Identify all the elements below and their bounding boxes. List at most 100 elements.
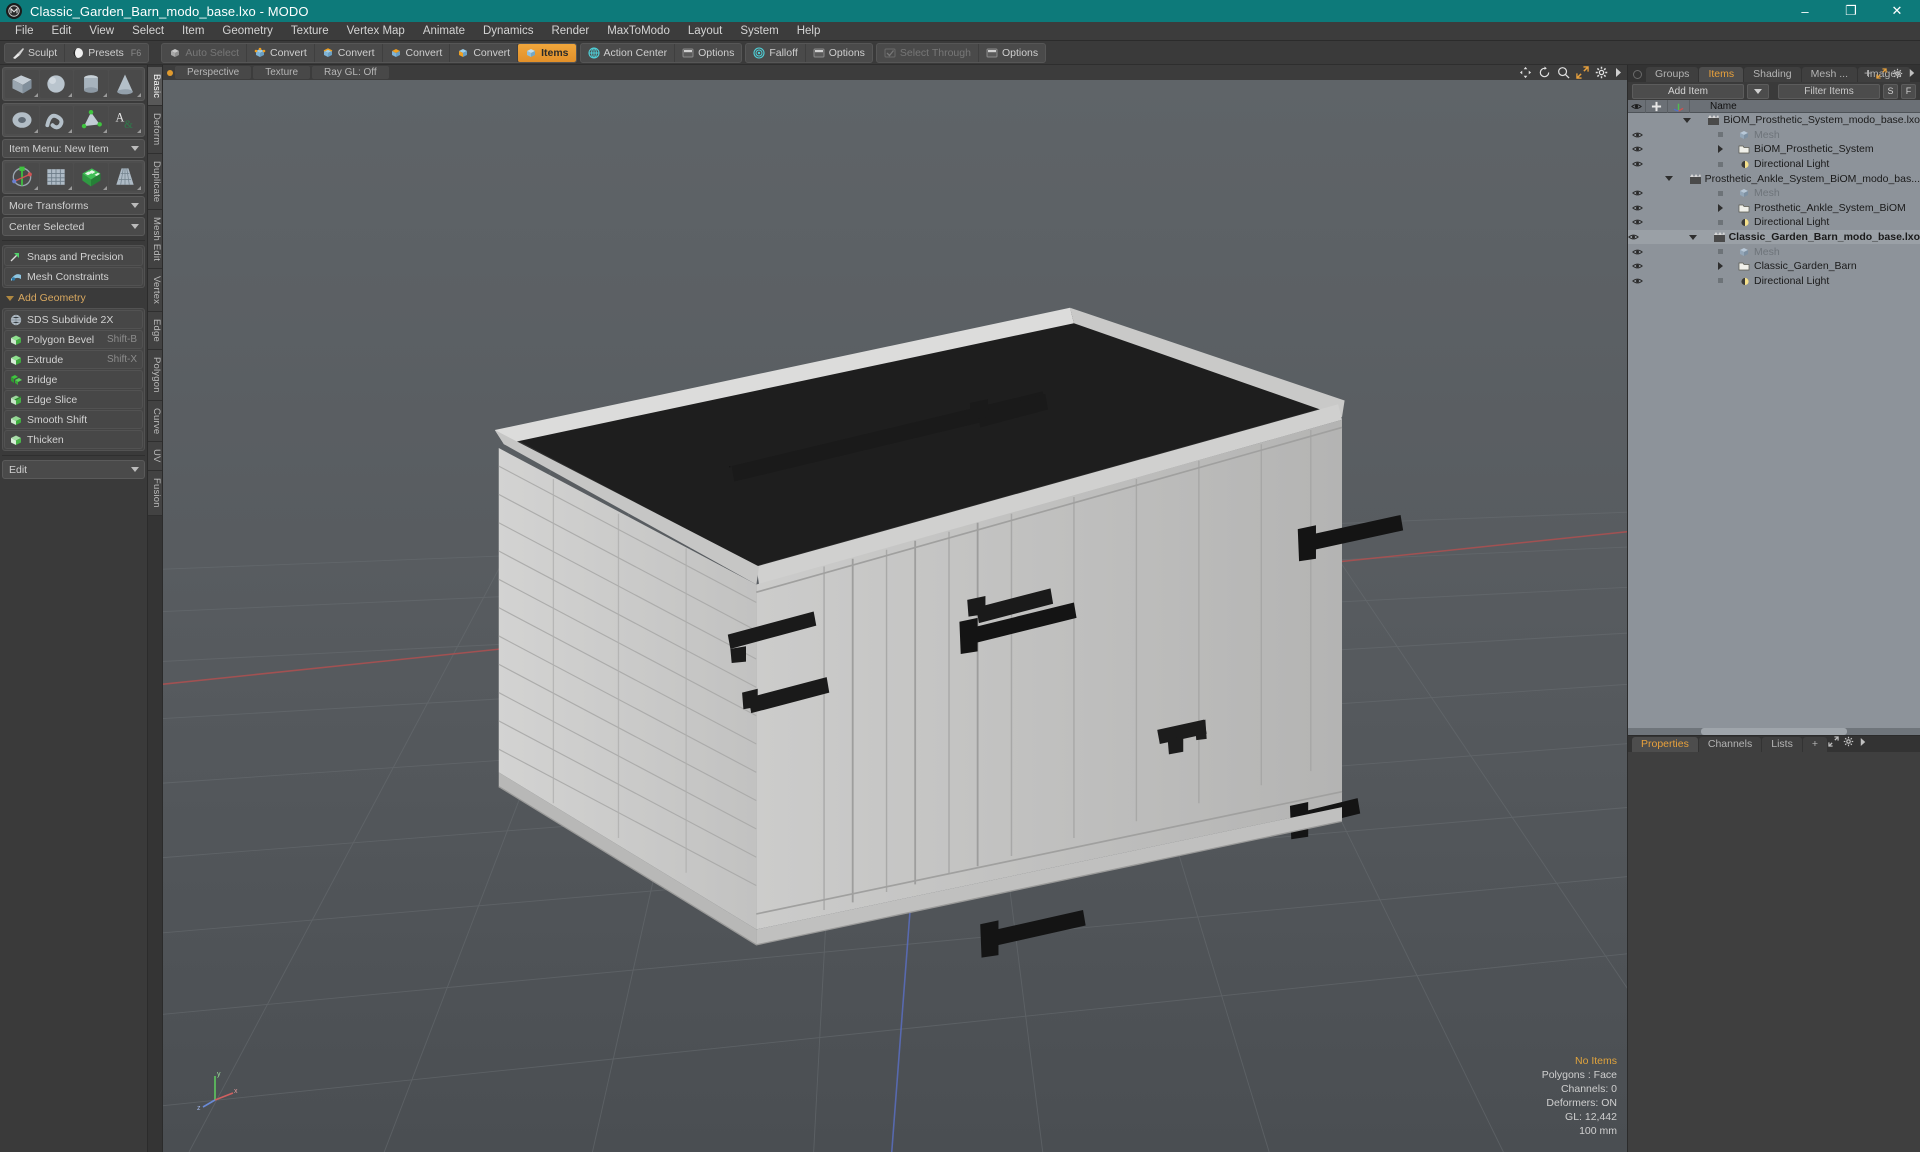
eye-icon[interactable] — [1631, 189, 1643, 197]
expand-icon[interactable] — [1828, 736, 1839, 747]
fit-icon[interactable] — [1576, 66, 1589, 79]
chevron-right-icon[interactable] — [1859, 737, 1867, 747]
toolbar-button-options-1[interactable]: Options — [675, 44, 741, 62]
item-expander[interactable] — [1718, 262, 1723, 271]
chevron-right-icon[interactable] — [1908, 68, 1916, 78]
item-expander[interactable] — [1718, 190, 1723, 196]
visibility-toggle[interactable] — [1628, 204, 1646, 212]
visibility-toggle[interactable] — [1628, 262, 1646, 270]
menu-item-geometry[interactable]: Geometry — [213, 22, 282, 41]
item-name-cell[interactable]: Directional Light — [1690, 216, 1829, 228]
item-expander[interactable] — [1688, 234, 1697, 240]
column-visibility[interactable] — [1628, 99, 1646, 113]
menu-item-view[interactable]: View — [80, 22, 123, 41]
item-row[interactable]: Prosthetic_Ankle_System_BiOM — [1628, 201, 1920, 216]
expander-expand-icon[interactable] — [1718, 145, 1723, 154]
item-expander[interactable] — [1718, 249, 1723, 255]
item-expander[interactable] — [1718, 132, 1723, 138]
item-row[interactable]: Mesh — [1628, 128, 1920, 143]
eye-icon[interactable] — [1631, 160, 1643, 168]
taper-tool[interactable] — [108, 163, 142, 191]
vertical-tab-uv[interactable]: UV — [148, 442, 162, 471]
right-tab-items[interactable]: Items — [1699, 67, 1744, 82]
geometry-tool-edge-slice[interactable]: Edge Slice — [4, 390, 143, 409]
zoom-icon[interactable] — [1557, 66, 1570, 79]
item-expander[interactable] — [1718, 278, 1723, 284]
item-expander[interactable] — [1664, 176, 1673, 182]
item-menu-dropdown[interactable]: Item Menu: New Item — [2, 139, 145, 158]
item-name-cell[interactable]: Prosthetic_Ankle_System_BiOM — [1690, 202, 1906, 214]
toolbar-button-convert-4[interactable]: Convert — [450, 43, 519, 62]
toolbar-button-options-1[interactable]: Options — [979, 44, 1045, 62]
geometry-tool-thicken[interactable]: Thicken — [4, 430, 143, 449]
gear-icon[interactable] — [1843, 736, 1854, 747]
geometry-tool-extrude[interactable]: Extrude Shift-X — [4, 350, 143, 369]
maximize-button[interactable]: ❐ — [1828, 0, 1874, 22]
transform-gizmo[interactable] — [5, 163, 39, 191]
item-row[interactable]: BiOM_Prosthetic_System_modo_base.lxo — [1628, 113, 1920, 128]
item-name-cell[interactable]: BiOM_Prosthetic_System_modo_base.lxo — [1663, 114, 1920, 126]
plus-icon[interactable]: + — [1864, 66, 1871, 80]
eye-icon[interactable] — [1631, 262, 1643, 270]
toolbar-button-falloff-0[interactable]: Falloff — [746, 43, 806, 62]
expander-collapse-icon[interactable] — [1664, 176, 1673, 182]
item-row[interactable]: Directional Light — [1628, 274, 1920, 289]
visibility-toggle[interactable] — [1628, 248, 1646, 256]
item-name-cell[interactable]: Directional Light — [1690, 275, 1829, 287]
cone-primitive[interactable] — [108, 70, 142, 98]
item-expander[interactable] — [1718, 219, 1723, 225]
menu-item-edit[interactable]: Edit — [43, 22, 81, 41]
item-name-cell[interactable]: Prosthetic_Ankle_System_BiOM_modo_bas... — [1645, 173, 1920, 185]
visibility-toggle[interactable] — [1628, 189, 1646, 197]
text-tool[interactable]: A & — [108, 106, 142, 134]
prop-tab--[interactable]: + — [1802, 737, 1827, 752]
item-expander[interactable] — [1718, 161, 1723, 167]
eye-icon[interactable] — [1631, 218, 1643, 226]
minimize-button[interactable]: – — [1782, 0, 1828, 22]
filter-s-button[interactable]: S — [1883, 83, 1898, 99]
toolbar-button-presets-1[interactable]: Presets F6 — [65, 44, 148, 62]
vertical-tab-edge[interactable]: Edge — [148, 312, 162, 351]
visibility-toggle[interactable] — [1628, 277, 1646, 285]
toolbar-button-items-5[interactable]: Items — [518, 43, 576, 62]
more-transforms-dropdown[interactable]: More Transforms — [2, 196, 145, 215]
item-name-cell[interactable]: Classic_Garden_Barn_modo_base.lxo — [1669, 231, 1920, 243]
item-name-cell[interactable]: Mesh — [1690, 187, 1780, 199]
menu-item-item[interactable]: Item — [173, 22, 213, 41]
visibility-toggle[interactable] — [1628, 131, 1646, 139]
toolbar-button-action-center-0[interactable]: Action Center — [581, 43, 676, 62]
item-name-cell[interactable]: Directional Light — [1690, 158, 1829, 170]
pen-tool[interactable] — [74, 106, 108, 134]
item-name-cell[interactable]: Mesh — [1690, 129, 1780, 141]
move-icon[interactable] — [1519, 66, 1532, 79]
menu-item-select[interactable]: Select — [123, 22, 173, 41]
toolbar-button-convert-2[interactable]: Convert — [315, 43, 383, 62]
menu-item-animate[interactable]: Animate — [414, 22, 474, 41]
menu-item-render[interactable]: Render — [542, 22, 598, 41]
vertical-tab-polygon[interactable]: Polygon — [148, 350, 162, 401]
item-row[interactable]: Classic_Garden_Barn — [1628, 259, 1920, 274]
viewport-tab-raygl[interactable]: Ray GL: Off — [312, 66, 389, 79]
vertical-tab-deform[interactable]: Deform — [148, 106, 162, 154]
item-row[interactable]: BiOM_Prosthetic_System — [1628, 142, 1920, 157]
item-expander[interactable] — [1683, 117, 1692, 123]
vertical-tab-mesh-edit[interactable]: Mesh Edit — [148, 210, 162, 270]
visibility-toggle[interactable] — [1628, 160, 1646, 168]
right-tab-groups[interactable]: Groups — [1646, 67, 1699, 82]
prop-tab-channels[interactable]: Channels — [1698, 737, 1762, 752]
toolbar-button-sculpt-0[interactable]: Sculpt — [5, 43, 66, 62]
geometry-tool-smooth-shift[interactable]: Smooth Shift — [4, 410, 143, 429]
prop-tab-properties[interactable]: Properties — [1632, 737, 1698, 752]
vertical-tab-basic[interactable]: Basic — [148, 67, 162, 107]
vertical-tab-curve[interactable]: Curve — [148, 400, 162, 443]
torus-primitive[interactable] — [5, 106, 39, 134]
cube-primitive[interactable] — [5, 70, 39, 98]
filter-f-button[interactable]: F — [1901, 83, 1916, 99]
menu-item-system[interactable]: System — [731, 22, 787, 41]
scrollbar-thumb[interactable] — [1701, 728, 1847, 735]
center-selected-dropdown[interactable]: Center Selected — [2, 217, 145, 236]
right-tab-mesh-[interactable]: Mesh ... — [1801, 67, 1858, 82]
edit-dropdown[interactable]: Edit — [2, 460, 145, 479]
column-lock[interactable] — [1646, 99, 1668, 113]
chevron-right-icon[interactable] — [1614, 67, 1623, 78]
